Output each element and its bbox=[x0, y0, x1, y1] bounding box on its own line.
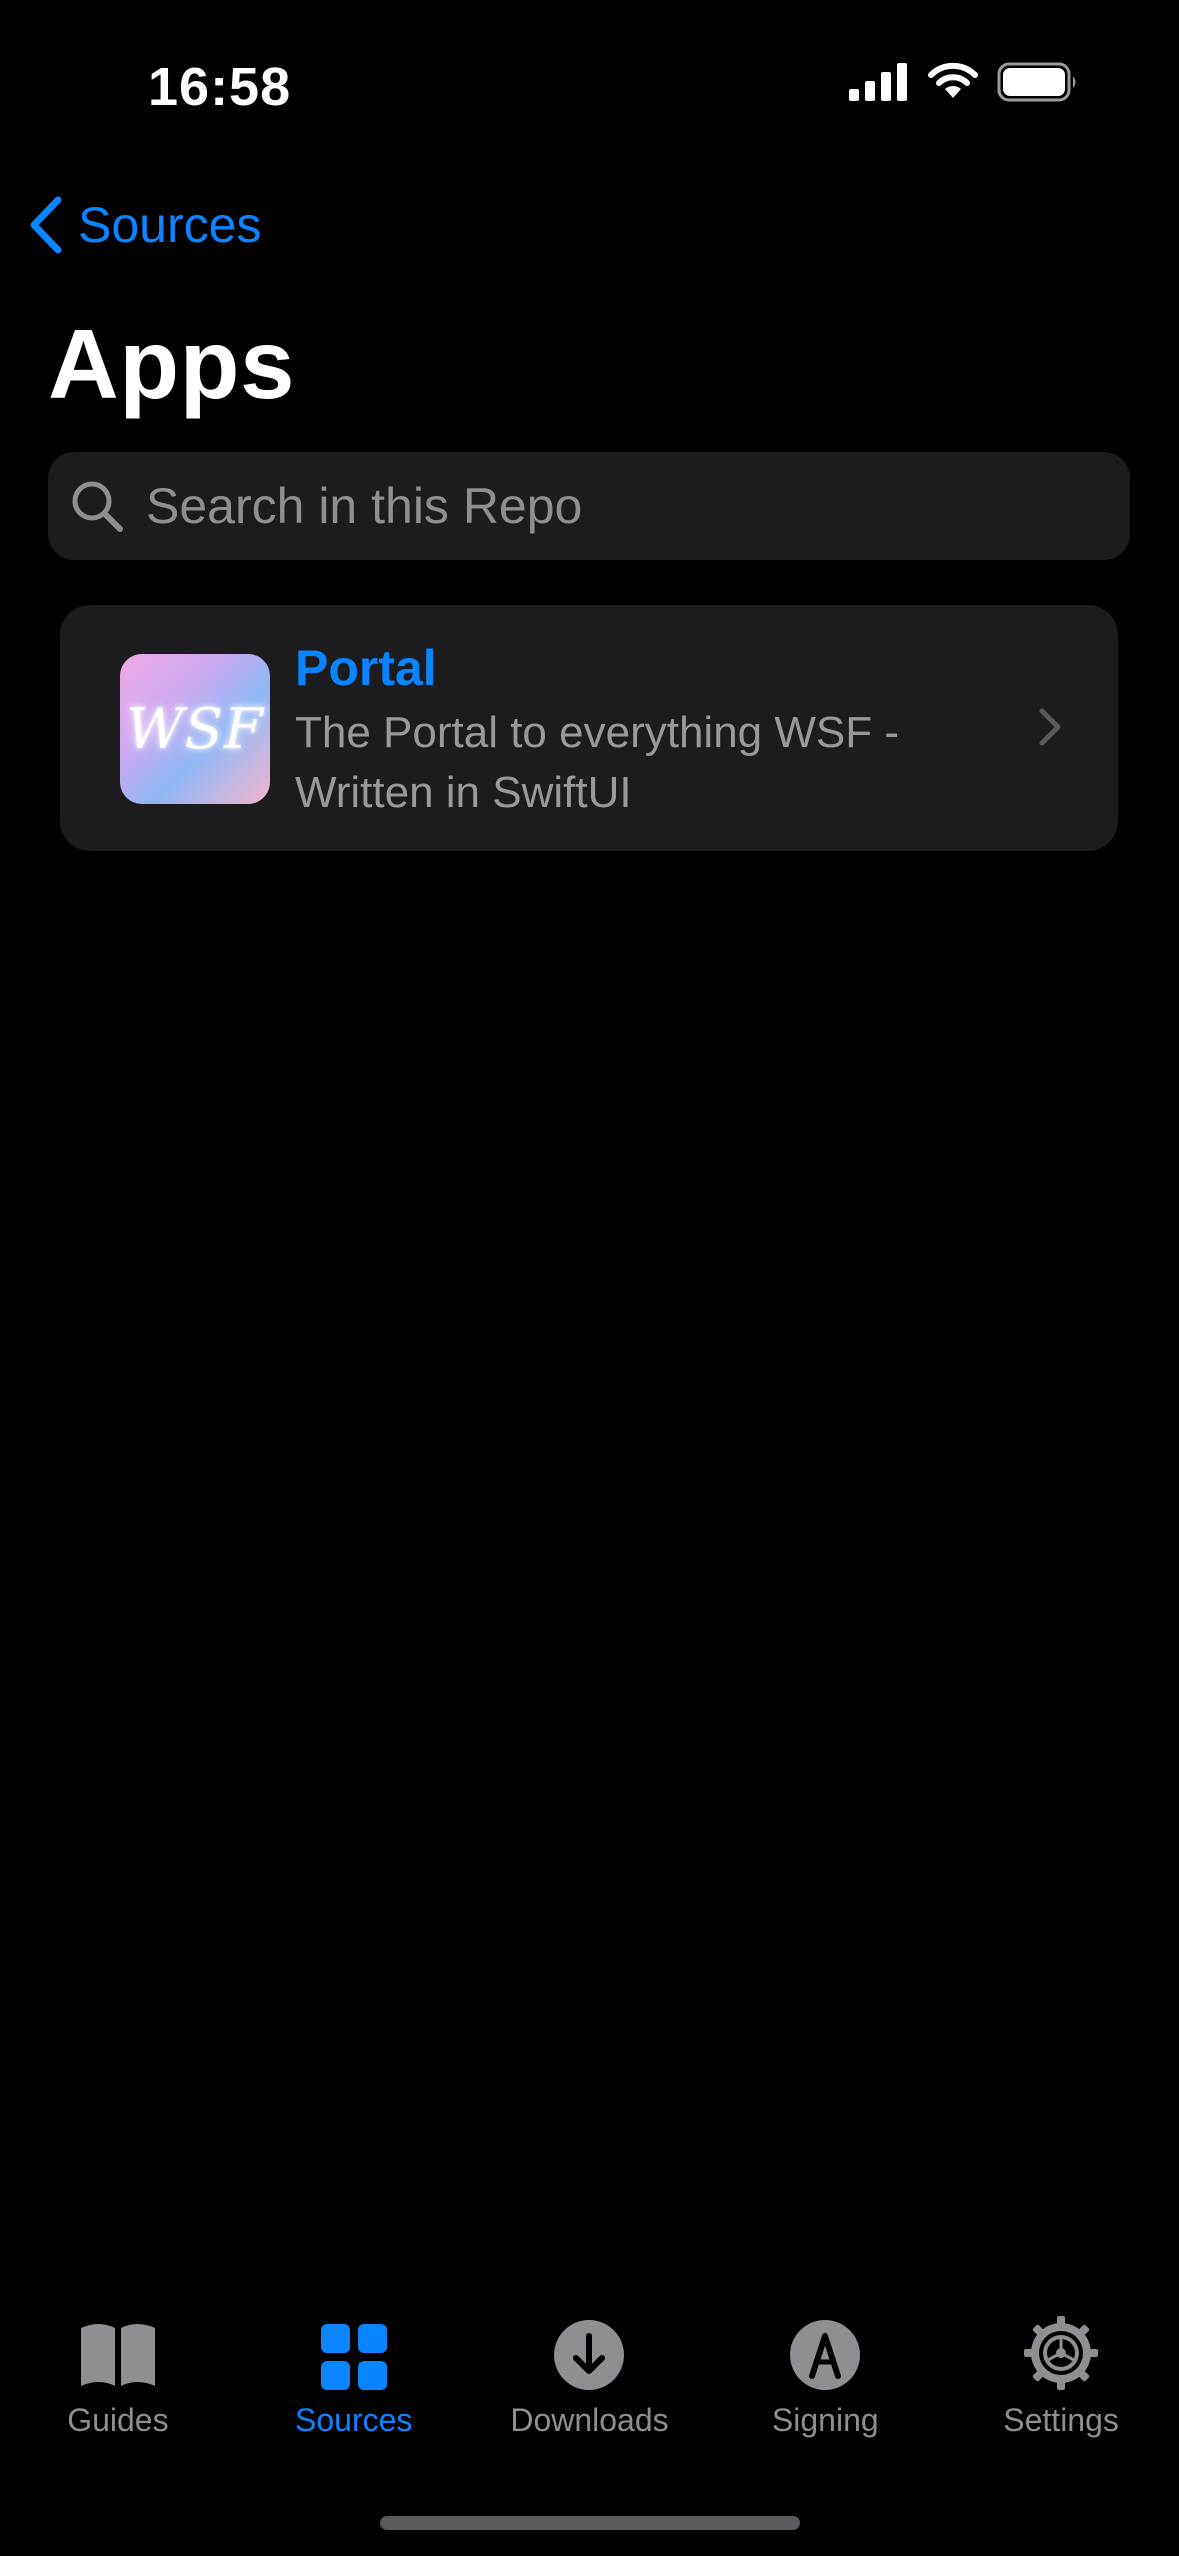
tab-settings[interactable]: Settings bbox=[943, 2300, 1179, 2480]
chevron-right-icon bbox=[1039, 708, 1061, 746]
home-indicator[interactable] bbox=[380, 2516, 800, 2530]
search-input[interactable] bbox=[144, 476, 1048, 536]
signing-icon bbox=[790, 2320, 861, 2390]
tab-label: Signing bbox=[771, 2402, 879, 2438]
chevron-left-icon bbox=[30, 196, 62, 254]
app-icon: WSF bbox=[120, 654, 270, 804]
tab-signing[interactable]: Signing bbox=[707, 2300, 943, 2480]
screen: 16:58 Sources Apps Search in this Repo W… bbox=[0, 0, 1179, 2556]
tab-label: Guides bbox=[67, 2402, 169, 2438]
app-description: The Portal to everything WSF - Written i… bbox=[295, 708, 899, 817]
tab-label: Downloads bbox=[510, 2402, 669, 2438]
page-title: Apps bbox=[48, 309, 295, 419]
status-icons bbox=[849, 62, 1079, 102]
download-icon bbox=[554, 2320, 625, 2390]
app-name: Portal bbox=[295, 640, 437, 696]
search-bar[interactable] bbox=[48, 452, 1130, 560]
search-icon bbox=[70, 479, 124, 533]
tab-sources[interactable]: Sources bbox=[236, 2300, 472, 2480]
tab-bar: Guides Sources Downloads Signing Setting… bbox=[0, 2300, 1179, 2480]
wifi-icon bbox=[928, 62, 978, 98]
tab-downloads[interactable]: Downloads bbox=[472, 2300, 708, 2480]
gear-icon bbox=[1024, 2316, 1099, 2390]
back-button[interactable]: Sources bbox=[28, 196, 261, 254]
app-icon-text: WSF bbox=[126, 696, 264, 762]
app-list-item[interactable]: WSF Portal The Portal to everything WSF … bbox=[60, 605, 1118, 851]
back-label: Sources bbox=[78, 197, 262, 253]
book-icon bbox=[80, 2324, 155, 2386]
tab-guides[interactable]: Guides bbox=[0, 2300, 236, 2480]
cellular-signal-icon bbox=[849, 63, 907, 101]
grid-icon bbox=[320, 2324, 387, 2390]
tab-label: Sources bbox=[295, 2402, 413, 2438]
status-time: 16:58 bbox=[148, 57, 292, 117]
tab-label: Settings bbox=[1003, 2402, 1119, 2438]
battery-icon bbox=[997, 62, 1076, 102]
